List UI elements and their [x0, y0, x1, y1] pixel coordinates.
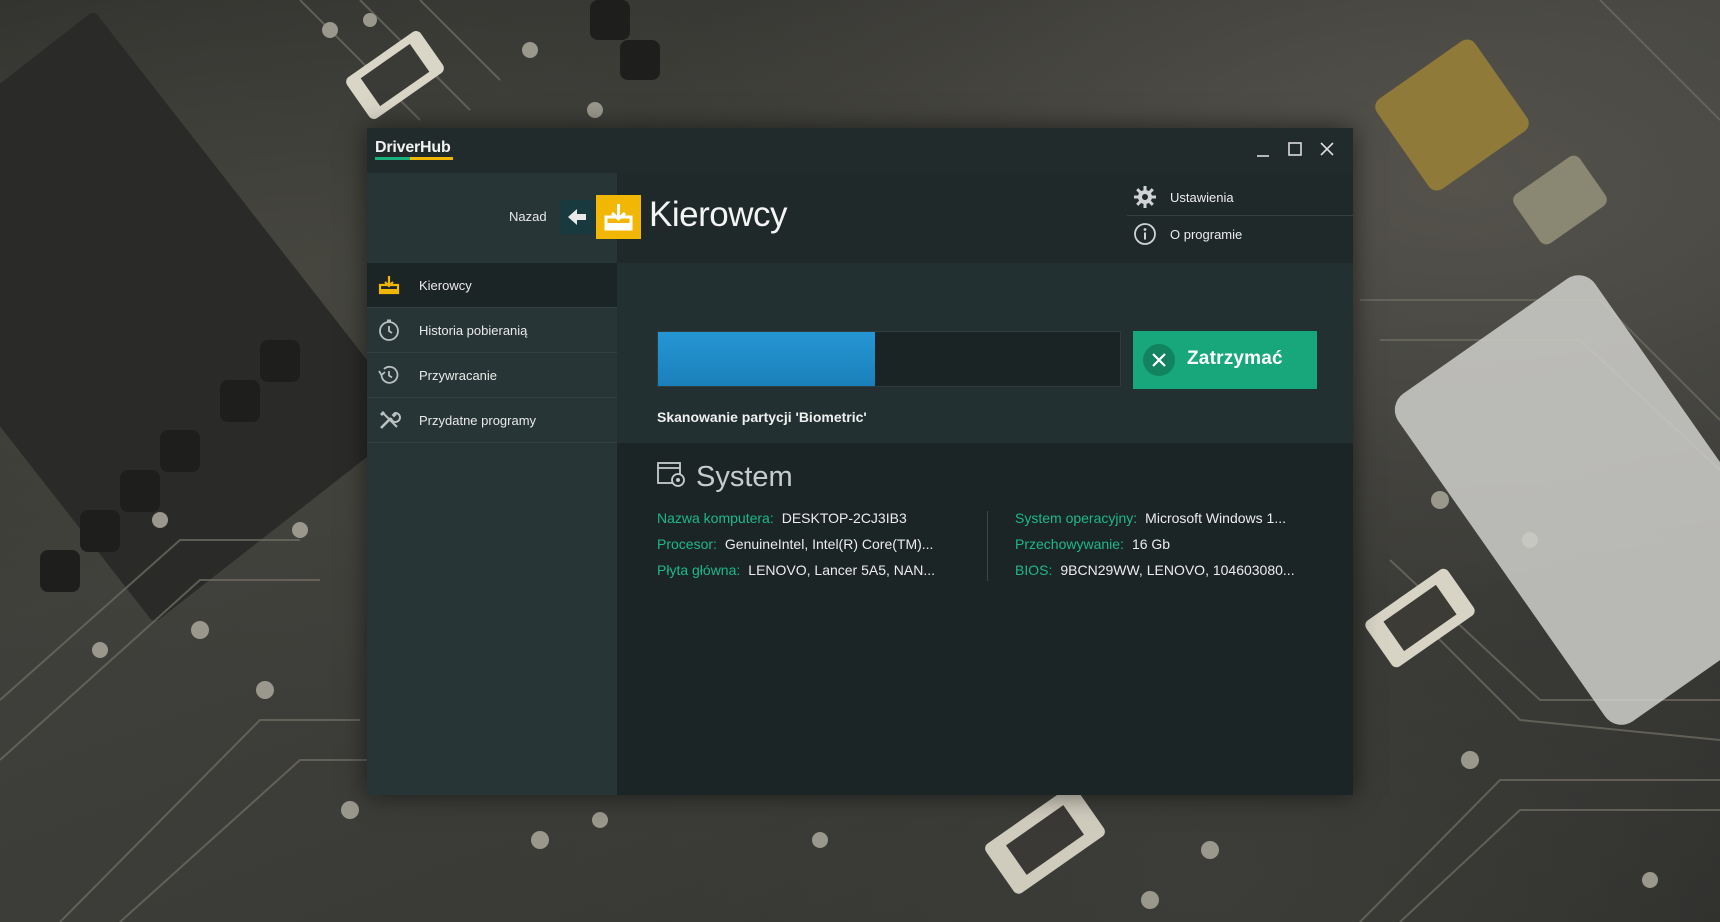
- sidebar-item-useful-programs[interactable]: Przydatne programy: [367, 398, 617, 443]
- page-title: Kierowcy: [649, 195, 787, 234]
- close-button[interactable]: [1314, 138, 1340, 162]
- info-key: Płyta główna:: [657, 562, 741, 578]
- title-bar[interactable]: DriverHub: [367, 128, 1353, 173]
- info-value: GenuineIntel, Intel(R) Core(TM)...: [724, 536, 934, 552]
- logo-underline: [375, 157, 453, 160]
- back-label[interactable]: Nazad: [509, 209, 547, 224]
- scan-status-text: Skanowanie partycji 'Biometric': [657, 409, 867, 425]
- maximize-button[interactable]: [1282, 138, 1308, 162]
- sidebar: Kierowcy Historia pobieranią Przywracani…: [367, 263, 617, 795]
- info-computer-name: Nazwa komputera: DESKTOP-2CJ3IB3: [657, 510, 907, 526]
- minimize-icon: [1257, 155, 1269, 157]
- info-motherboard: Płyta główna: LENOVO, Lancer 5A5, NAN...: [657, 562, 935, 578]
- info-column-divider: [987, 511, 988, 581]
- sidebar-item-restore[interactable]: Przywracanie: [367, 353, 617, 398]
- info-processor: Procesor: GenuineIntel, Intel(R) Core(TM)…: [657, 536, 933, 552]
- close-icon: [1152, 353, 1166, 367]
- close-icon: [1320, 142, 1334, 156]
- info-value: DESKTOP-2CJ3IB3: [781, 510, 907, 526]
- clock-icon: [379, 319, 399, 341]
- info-icon: [1134, 223, 1156, 245]
- info-value: Microsoft Windows 1...: [1145, 510, 1286, 526]
- drivers-header-icon: [596, 195, 641, 239]
- scan-progress-fill: [658, 332, 876, 386]
- info-key: System operacyjny:: [1015, 510, 1138, 526]
- drivers-tray-icon: [378, 276, 400, 295]
- minimize-button[interactable]: [1250, 138, 1276, 162]
- page-header: Nazad Kierowcy Ustawienia O programie: [367, 173, 1353, 308]
- settings-label: Ustawienia: [1170, 190, 1234, 205]
- drivers-tray-icon: [604, 204, 633, 231]
- info-key: Procesor:: [657, 536, 717, 552]
- about-label: O programie: [1170, 227, 1243, 242]
- info-key: Nazwa komputera:: [657, 510, 774, 526]
- scan-progress-bar: [657, 331, 1121, 387]
- tools-icon: [380, 411, 401, 429]
- sidebar-item-download-history[interactable]: Historia pobieranią: [367, 308, 617, 353]
- maximize-icon: [1288, 142, 1302, 156]
- system-settings-icon: [657, 462, 685, 487]
- gear-icon: [1134, 186, 1156, 208]
- stop-scan-button[interactable]: Zatrzymać: [1133, 331, 1317, 389]
- driverhub-window: DriverHub Nazad Kierowcy Ustawienia O pr…: [367, 128, 1353, 795]
- sidebar-item-label: Historia pobieranią: [419, 323, 528, 338]
- info-key: Przechowywanie:: [1015, 536, 1124, 552]
- info-value: LENOVO, Lancer 5A5, NAN...: [748, 562, 936, 578]
- info-key: BIOS:: [1015, 562, 1053, 578]
- history-icon: [378, 365, 399, 384]
- info-operating-system: System operacyjny: Microsoft Windows 1...: [1015, 510, 1286, 526]
- system-title: System: [696, 461, 793, 493]
- info-value: 9BCN29WW, LENOVO, 104603080...: [1060, 562, 1295, 578]
- sidebar-item-drivers[interactable]: Kierowcy: [367, 263, 617, 308]
- arrow-left-icon: [568, 209, 586, 225]
- app-logo: DriverHub: [375, 139, 451, 156]
- back-button[interactable]: [560, 200, 594, 234]
- stop-icon-circle: [1143, 344, 1175, 376]
- sidebar-item-label: Przydatne programy: [419, 413, 537, 428]
- scan-panel: Zatrzymać Skanowanie partycji 'Biometric…: [617, 263, 1353, 443]
- system-info-section: System Nazwa komputera: DESKTOP-2CJ3IB3 P…: [617, 443, 1353, 795]
- settings-menu-item[interactable]: Ustawienia: [1127, 179, 1353, 216]
- stop-scan-label: Zatrzymać: [1187, 348, 1283, 369]
- header-back-area: Nazad: [367, 173, 617, 263]
- sidebar-item-label: Kierowcy: [419, 278, 472, 293]
- info-value: 16 Gb: [1131, 536, 1171, 552]
- info-bios: BIOS: 9BCN29WW, LENOVO, 104603080...: [1015, 562, 1295, 578]
- sidebar-item-label: Przywracanie: [419, 368, 498, 383]
- about-menu-item[interactable]: O programie: [1127, 216, 1353, 252]
- info-storage: Przechowywanie: 16 Gb: [1015, 536, 1170, 552]
